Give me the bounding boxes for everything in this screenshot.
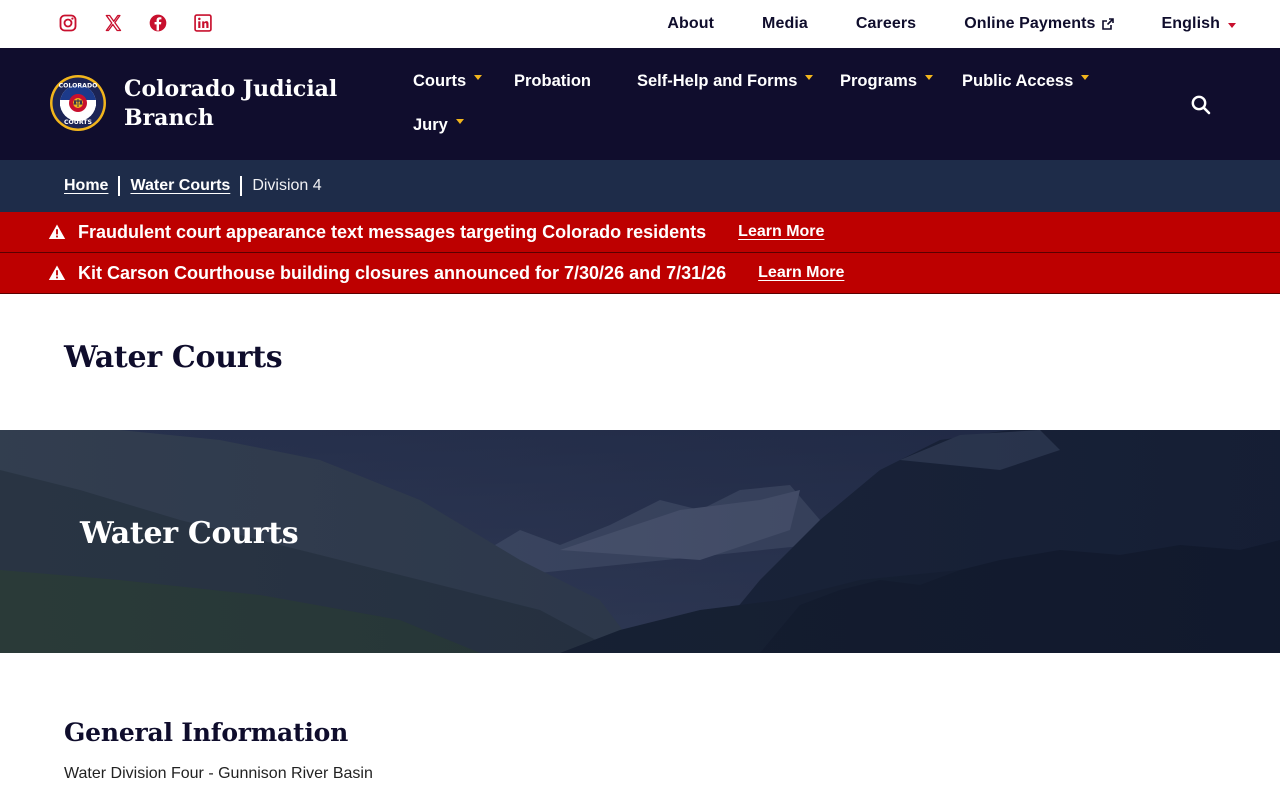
careers-link[interactable]: Careers	[856, 15, 916, 33]
warning-icon	[48, 224, 66, 239]
chevron-down-icon	[474, 75, 483, 80]
nav-public-access-label: Public Access	[962, 72, 1074, 90]
social-links	[57, 12, 237, 34]
utility-nav: About Media Careers Online Payments Engl…	[643, 0, 1280, 48]
nav-jury[interactable]: Jury	[413, 116, 464, 135]
breadcrumb-water-courts[interactable]: Water Courts	[130, 177, 230, 195]
chevron-down-icon	[805, 75, 814, 80]
nav-programs-label: Programs	[840, 72, 918, 90]
logo-text-top: COLORADO	[59, 83, 98, 90]
alert-text: Kit Carson Courthouse building closures …	[78, 262, 727, 283]
breadcrumb-current: Division 4	[252, 177, 322, 194]
online-payments-label: Online Payments	[964, 15, 1096, 32]
language-selector[interactable]: English	[1162, 15, 1236, 33]
instagram-icon[interactable]	[57, 12, 79, 34]
x-icon[interactable]	[102, 12, 124, 34]
about-link[interactable]: About	[667, 15, 714, 33]
alert-text: Fraudulent court appearance text message…	[78, 221, 707, 242]
hero-title: Water Courts	[80, 516, 299, 551]
alert-banner: Fraudulent court appearance text message…	[0, 212, 1280, 253]
breadcrumb-home[interactable]: Home	[64, 177, 108, 195]
media-link[interactable]: Media	[762, 15, 808, 33]
section-heading: General Information	[64, 718, 349, 747]
nav-jury-label: Jury	[413, 116, 448, 134]
facebook-icon[interactable]	[147, 12, 169, 34]
nav-self-help-label: Self-Help and Forms	[637, 72, 798, 90]
breadcrumb-divider	[240, 176, 243, 196]
breadcrumb: Home Water Courts Division 4	[0, 160, 1280, 212]
chevron-down-icon	[1228, 22, 1236, 28]
alert-learn-more-link[interactable]: Learn More	[758, 264, 844, 282]
nav-probation[interactable]: Probation	[514, 72, 591, 91]
alert-learn-more-link[interactable]: Learn More	[738, 223, 824, 241]
nav-probation-label: Probation	[514, 72, 591, 90]
search-icon[interactable]	[1190, 94, 1212, 116]
nav-courts-label: Courts	[413, 72, 467, 90]
warning-icon	[48, 265, 66, 280]
utility-bar: About Media Careers Online Payments Engl…	[0, 0, 1280, 48]
nav-courts[interactable]: Courts	[413, 72, 483, 91]
colorado-courts-logo[interactable]: COLORADO COURTS	[49, 74, 107, 132]
nav-programs[interactable]: Programs	[840, 72, 934, 91]
alert-banner: Kit Carson Courthouse building closures …	[0, 253, 1280, 294]
language-label: English	[1161, 15, 1220, 32]
page-title: Water Courts	[64, 340, 283, 375]
chevron-down-icon	[925, 75, 934, 80]
nav-public-access[interactable]: Public Access	[962, 72, 1090, 91]
logo-text-bottom: COURTS	[64, 119, 92, 126]
external-link-icon	[1101, 18, 1114, 30]
nav-self-help[interactable]: Self-Help and Forms	[637, 72, 814, 91]
chevron-down-icon	[1081, 75, 1090, 80]
site-name[interactable]: Colorado Judicial Branch	[124, 75, 344, 133]
breadcrumb-divider	[118, 176, 121, 196]
online-payments-link[interactable]: Online Payments	[964, 15, 1114, 33]
main-header: COLORADO COURTS Colorado Judicial Branch…	[0, 48, 1280, 160]
linkedin-icon[interactable]	[192, 12, 214, 34]
chevron-down-icon	[455, 119, 464, 124]
section-text: Water Division Four - Gunnison River Bas…	[64, 765, 373, 782]
